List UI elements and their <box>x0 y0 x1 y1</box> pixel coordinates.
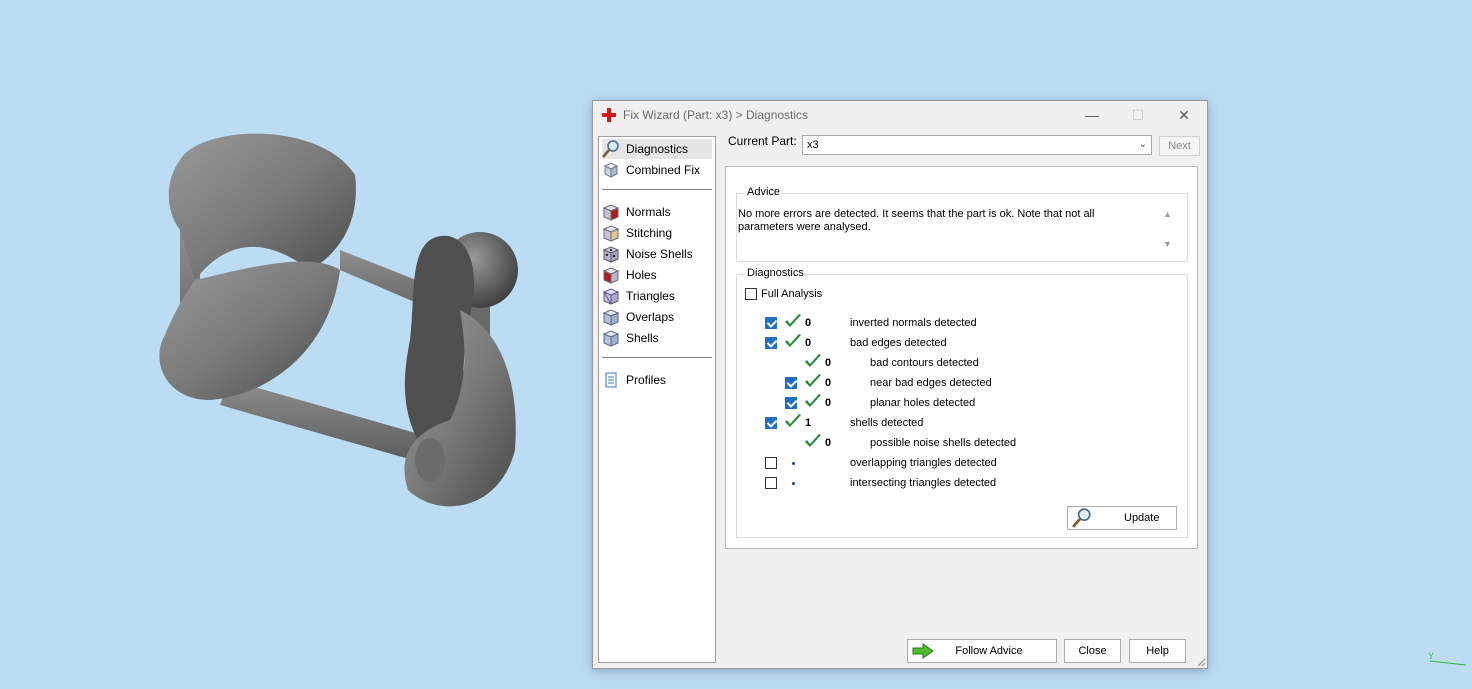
scroll-up-icon[interactable]: ▲ <box>1163 209 1172 219</box>
magnifier-icon <box>602 140 619 158</box>
current-part-value: x3 <box>807 139 819 151</box>
nav-item-overlaps[interactable]: Overlaps <box>602 307 712 327</box>
nav-item-combined-fix[interactable]: Combined Fix <box>602 160 712 180</box>
green-check-icon <box>805 394 821 407</box>
red-cross-icon <box>602 108 616 122</box>
green-check-icon <box>785 414 801 427</box>
row-count: 0 <box>825 437 832 449</box>
row-label: possible noise shells detected <box>870 437 1017 449</box>
nav-item-normals[interactable]: Normals <box>602 202 712 222</box>
3d-model[interactable] <box>140 120 540 530</box>
current-part-select[interactable]: x3 ⌄ <box>802 135 1152 155</box>
chevron-down-icon: ⌄ <box>1138 139 1147 150</box>
row-count: 0 <box>825 397 832 409</box>
diagnostics-panel: Advice No more errors are detected. It s… <box>725 166 1198 549</box>
fix-wizard-window[interactable]: Fix Wizard (Part: x3) > Diagnostics — ☐ … <box>592 100 1208 669</box>
title-bar[interactable]: Fix Wizard (Part: x3) > Diagnostics — ☐ … <box>593 101 1207 129</box>
nav-item-holes[interactable]: Holes <box>602 265 712 285</box>
nav-divider <box>602 357 712 358</box>
green-check-icon <box>785 334 801 347</box>
full-analysis-checkbox[interactable] <box>745 288 757 300</box>
overlaps-cube-icon <box>602 309 620 326</box>
stitching-cube-icon <box>602 225 620 242</box>
row-label: intersecting triangles detected <box>850 477 997 489</box>
row-label: planar holes detected <box>870 397 976 409</box>
row-checkbox[interactable] <box>785 377 797 389</box>
nav-item-stitching[interactable]: Stitching <box>602 223 712 243</box>
normals-cube-icon <box>602 204 620 221</box>
green-check-icon <box>805 434 821 447</box>
minimize-button[interactable]: — <box>1069 101 1115 129</box>
status-dot-icon <box>792 462 795 465</box>
triangles-cube-icon <box>602 288 620 305</box>
update-button[interactable]: Update <box>1067 506 1177 530</box>
row-label: shells detected <box>850 417 924 429</box>
row-checkbox[interactable] <box>785 397 797 409</box>
green-check-icon <box>805 354 821 367</box>
row-checkbox[interactable] <box>765 457 777 469</box>
nav-item-shells[interactable]: Shells <box>602 328 712 348</box>
wizard-nav-list: Diagnostics Combined Fix Normals Stitchi… <box>598 136 716 663</box>
row-checkbox[interactable] <box>765 317 777 329</box>
row-count: 0 <box>825 377 832 389</box>
row-count: 1 <box>805 417 812 429</box>
close-button[interactable]: Close <box>1064 639 1121 663</box>
green-check-icon <box>805 374 821 387</box>
magnifier-icon <box>1072 508 1091 528</box>
advice-title: Advice <box>745 186 783 198</box>
row-count: 0 <box>805 337 812 349</box>
row-count: 0 <box>805 317 812 329</box>
svg-text:Y: Y <box>1428 651 1434 661</box>
window-title: Fix Wizard (Part: x3) > Diagnostics <box>623 108 809 122</box>
help-button[interactable]: Help <box>1129 639 1186 663</box>
maximize-button[interactable]: ☐ <box>1115 101 1161 129</box>
green-check-icon <box>785 314 801 327</box>
scroll-down-icon[interactable]: ▼ <box>1163 239 1172 249</box>
nav-item-profiles[interactable]: Profiles <box>602 370 712 390</box>
row-label: near bad edges detected <box>870 377 992 389</box>
status-dot-icon <box>792 482 795 485</box>
row-label: overlapping triangles detected <box>850 457 997 469</box>
cube-icon <box>603 162 619 178</box>
nav-divider <box>602 189 712 190</box>
nav-item-diagnostics[interactable]: Diagnostics <box>602 139 712 159</box>
row-label: bad contours detected <box>870 357 979 369</box>
holes-cube-icon <box>602 267 620 284</box>
advice-text: No more errors are detected. It seems th… <box>738 208 1095 233</box>
diagnostics-title: Diagnostics <box>745 267 806 279</box>
shells-cube-icon <box>602 330 620 347</box>
document-icon <box>605 372 617 388</box>
update-label: Update <box>1124 512 1160 524</box>
row-label: inverted normals detected <box>850 317 977 329</box>
current-part-label: Current Part: <box>728 134 797 148</box>
row-checkbox[interactable] <box>765 417 777 429</box>
row-checkbox[interactable] <box>765 477 777 489</box>
row-checkbox[interactable] <box>765 337 777 349</box>
noise-shells-icon <box>602 246 620 263</box>
follow-advice-button[interactable]: Follow Advice <box>907 639 1057 663</box>
full-analysis-label: Full Analysis <box>761 288 823 300</box>
row-count: 0 <box>825 357 832 369</box>
arrow-right-icon <box>912 643 934 659</box>
close-window-button[interactable]: ✕ <box>1161 101 1207 129</box>
axis-indicator-icon: Y <box>1428 651 1467 666</box>
row-label: bad edges detected <box>850 337 947 349</box>
nav-item-noise-shells[interactable]: Noise Shells <box>602 244 712 264</box>
next-button[interactable]: Next <box>1159 136 1200 156</box>
resize-grip-icon[interactable] <box>1196 657 1206 667</box>
follow-advice-label: Follow Advice <box>955 645 1023 657</box>
nav-item-triangles[interactable]: Triangles <box>602 286 712 306</box>
